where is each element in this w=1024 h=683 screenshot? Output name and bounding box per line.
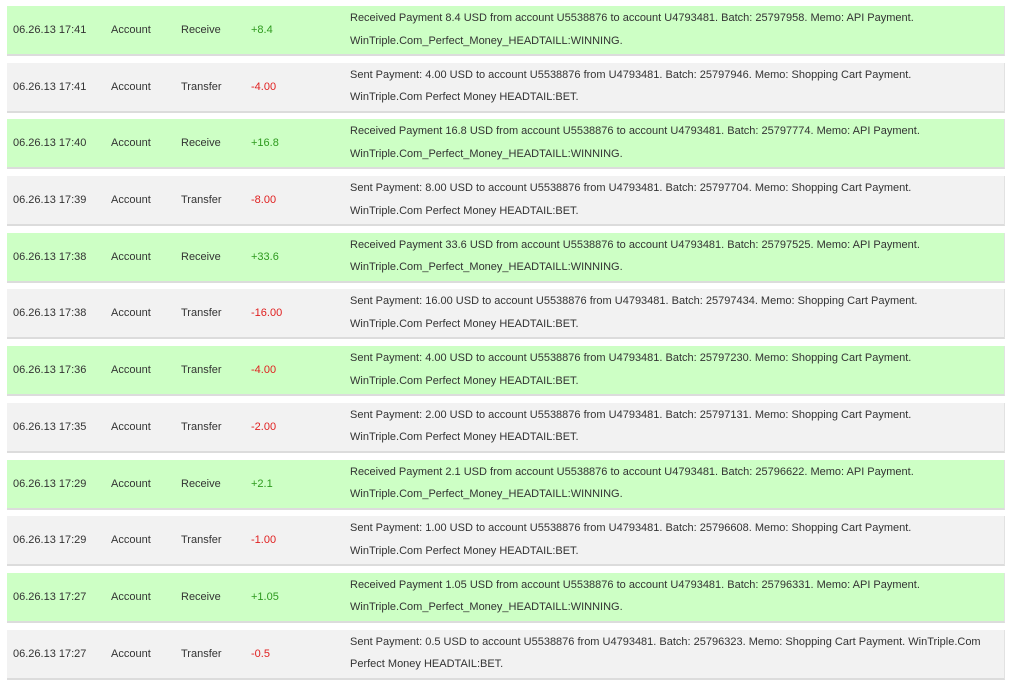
description-cell: Received Payment 1.05 USD from account U… [350, 574, 1002, 619]
type-cell: Transfer [181, 307, 222, 320]
table-row: 06.26.13 17:29 Account Transfer -1.00 Se… [7, 516, 1005, 567]
description-cell: Sent Payment: 8.00 USD to account U55388… [350, 177, 1002, 222]
description-line-2: WinTriple.Com Perfect Money HEADTAIL:BET… [350, 204, 579, 217]
type-cell: Transfer [181, 647, 222, 660]
amount-cell: -0.5 [251, 647, 270, 660]
date-cell: 06.26.13 17:29 [13, 477, 87, 490]
table-row: 06.26.13 17:35 Account Transfer -2.00 Se… [7, 402, 1005, 453]
description-line-2: WinTriple.Com_Perfect_Money_HEADTAILL:WI… [350, 147, 623, 160]
amount-cell: +16.8 [251, 137, 279, 150]
description-line-2: WinTriple.Com_Perfect_Money_HEADTAILL:WI… [350, 601, 623, 614]
amount-cell: -4.00 [251, 364, 277, 377]
description-cell: Received Payment 8.4 USD from account U5… [350, 7, 1002, 52]
type-cell: Transfer [181, 364, 222, 377]
description-cell: Received Payment 16.8 USD from account U… [350, 120, 1002, 165]
account-cell: Account [111, 534, 151, 547]
table-row: 06.26.13 17:27 Account Transfer -0.5 Sen… [7, 629, 1005, 680]
type-cell: Receive [181, 590, 221, 603]
date-cell: 06.26.13 17:35 [13, 420, 87, 433]
date-cell: 06.26.13 17:38 [13, 307, 87, 320]
date-cell: 06.26.13 17:39 [13, 194, 87, 207]
type-cell: Receive [181, 24, 221, 36]
account-cell: Account [111, 307, 151, 320]
type-cell: Transfer [181, 534, 222, 547]
account-cell: Account [111, 420, 151, 433]
type-cell: Transfer [181, 80, 222, 93]
description-line-1: Sent Payment: 8.00 USD to account U55388… [350, 182, 912, 195]
amount-cell: +1.05 [251, 590, 279, 603]
amount-cell: -8.00 [251, 194, 277, 207]
description-line-1: Received Payment 2.1 USD from account U5… [350, 465, 914, 478]
date-cell: 06.26.13 17:27 [13, 590, 87, 603]
table-row: 06.26.13 17:36 Account Transfer -4.00 Se… [7, 346, 1005, 397]
description-cell: Sent Payment: 4.00 USD to account U55388… [350, 347, 1002, 392]
table-row: 06.26.13 17:41 Account Receive +8.4 Rece… [7, 6, 1005, 56]
date-cell: 06.26.13 17:29 [13, 534, 87, 547]
amount-cell: -4.00 [251, 80, 277, 93]
description-line-1: Sent Payment: 4.00 USD to account U55388… [350, 68, 912, 81]
description-line-1: Received Payment 33.6 USD from account U… [350, 238, 920, 251]
account-cell: Account [111, 250, 151, 263]
account-cell: Account [111, 137, 151, 150]
amount-cell: -16.00 [251, 307, 283, 320]
description-line-2: WinTriple.Com Perfect Money HEADTAIL:BET… [350, 374, 579, 387]
account-cell: Account [111, 24, 151, 36]
type-cell: Transfer [181, 194, 222, 207]
account-cell: Account [111, 194, 151, 207]
date-cell: 06.26.13 17:41 [13, 80, 87, 93]
description-line-2: WinTriple.Com_Perfect_Money_HEADTAILL:WI… [350, 488, 623, 500]
account-cell: Account [111, 364, 151, 377]
table-row: 06.26.13 17:38 Account Receive +33.6 Rec… [7, 232, 1005, 283]
description-line-1: Received Payment 16.8 USD from account U… [350, 125, 920, 138]
amount-cell: +33.6 [251, 250, 279, 263]
type-cell: Receive [181, 137, 221, 150]
account-cell: Account [111, 477, 151, 490]
description-line-1: Sent Payment: 0.5 USD to account U553887… [350, 635, 981, 648]
description-cell: Received Payment 33.6 USD from account U… [350, 234, 1002, 279]
description-cell: Sent Payment: 0.5 USD to account U553887… [350, 631, 1002, 676]
description-cell: Sent Payment: 1.00 USD to account U55388… [350, 517, 1002, 562]
description-line-1: Sent Payment: 2.00 USD to account U55388… [350, 408, 912, 421]
account-cell: Account [111, 590, 151, 603]
date-cell: 06.26.13 17:38 [13, 250, 87, 263]
date-cell: 06.26.13 17:36 [13, 364, 87, 377]
description-line-2: Perfect Money HEADTAIL:BET. [350, 658, 504, 671]
description-cell: Sent Payment: 16.00 USD to account U5538… [350, 290, 1002, 335]
description-cell: Sent Payment: 4.00 USD to account U55388… [350, 64, 1002, 109]
description-cell: Sent Payment: 2.00 USD to account U55388… [350, 404, 1002, 449]
description-line-1: Received Payment 8.4 USD from account U5… [350, 12, 914, 24]
type-cell: Receive [181, 477, 221, 490]
account-cell: Account [111, 80, 151, 93]
date-cell: 06.26.13 17:27 [13, 647, 87, 660]
amount-cell: +2.1 [251, 477, 273, 490]
table-row: 06.26.13 17:41 Account Transfer -4.00 Se… [7, 62, 1005, 113]
description-line-2: WinTriple.Com Perfect Money HEADTAIL:BET… [350, 431, 579, 444]
date-cell: 06.26.13 17:40 [13, 137, 87, 150]
amount-cell: +8.4 [251, 24, 273, 36]
description-line-2: WinTriple.Com Perfect Money HEADTAIL:BET… [350, 317, 579, 330]
table-row: 06.26.13 17:39 Account Transfer -8.00 Se… [7, 176, 1005, 227]
type-cell: Transfer [181, 420, 222, 433]
description-cell: Received Payment 2.1 USD from account U5… [350, 461, 1002, 506]
account-cell: Account [111, 647, 151, 660]
description-line-1: Sent Payment: 4.00 USD to account U55388… [350, 352, 912, 365]
amount-cell: -2.00 [251, 420, 277, 433]
description-line-1: Sent Payment: 16.00 USD to account U5538… [350, 295, 918, 308]
description-line-2: WinTriple.Com Perfect Money HEADTAIL:BET… [350, 91, 579, 104]
description-line-2: WinTriple.Com_Perfect_Money_HEADTAILL:WI… [350, 34, 623, 47]
amount-cell: -1.00 [251, 534, 277, 547]
table-row: 06.26.13 17:38 Account Transfer -16.00 S… [7, 289, 1005, 340]
transaction-history-table: 06.26.13 17:41 Account Receive +8.4 Rece… [7, 6, 1005, 680]
description-line-2: WinTriple.Com_Perfect_Money_HEADTAILL:WI… [350, 261, 623, 274]
description-line-1: Sent Payment: 1.00 USD to account U55388… [350, 522, 912, 535]
table-row: 06.26.13 17:29 Account Receive +2.1 Rece… [7, 459, 1005, 510]
table-row: 06.26.13 17:40 Account Receive +16.8 Rec… [7, 119, 1005, 170]
description-line-2: WinTriple.Com Perfect Money HEADTAIL:BET… [350, 544, 579, 557]
description-line-1: Received Payment 1.05 USD from account U… [350, 578, 920, 591]
date-cell: 06.26.13 17:41 [13, 24, 87, 36]
table-row: 06.26.13 17:27 Account Receive +1.05 Rec… [7, 572, 1005, 623]
type-cell: Receive [181, 250, 221, 263]
